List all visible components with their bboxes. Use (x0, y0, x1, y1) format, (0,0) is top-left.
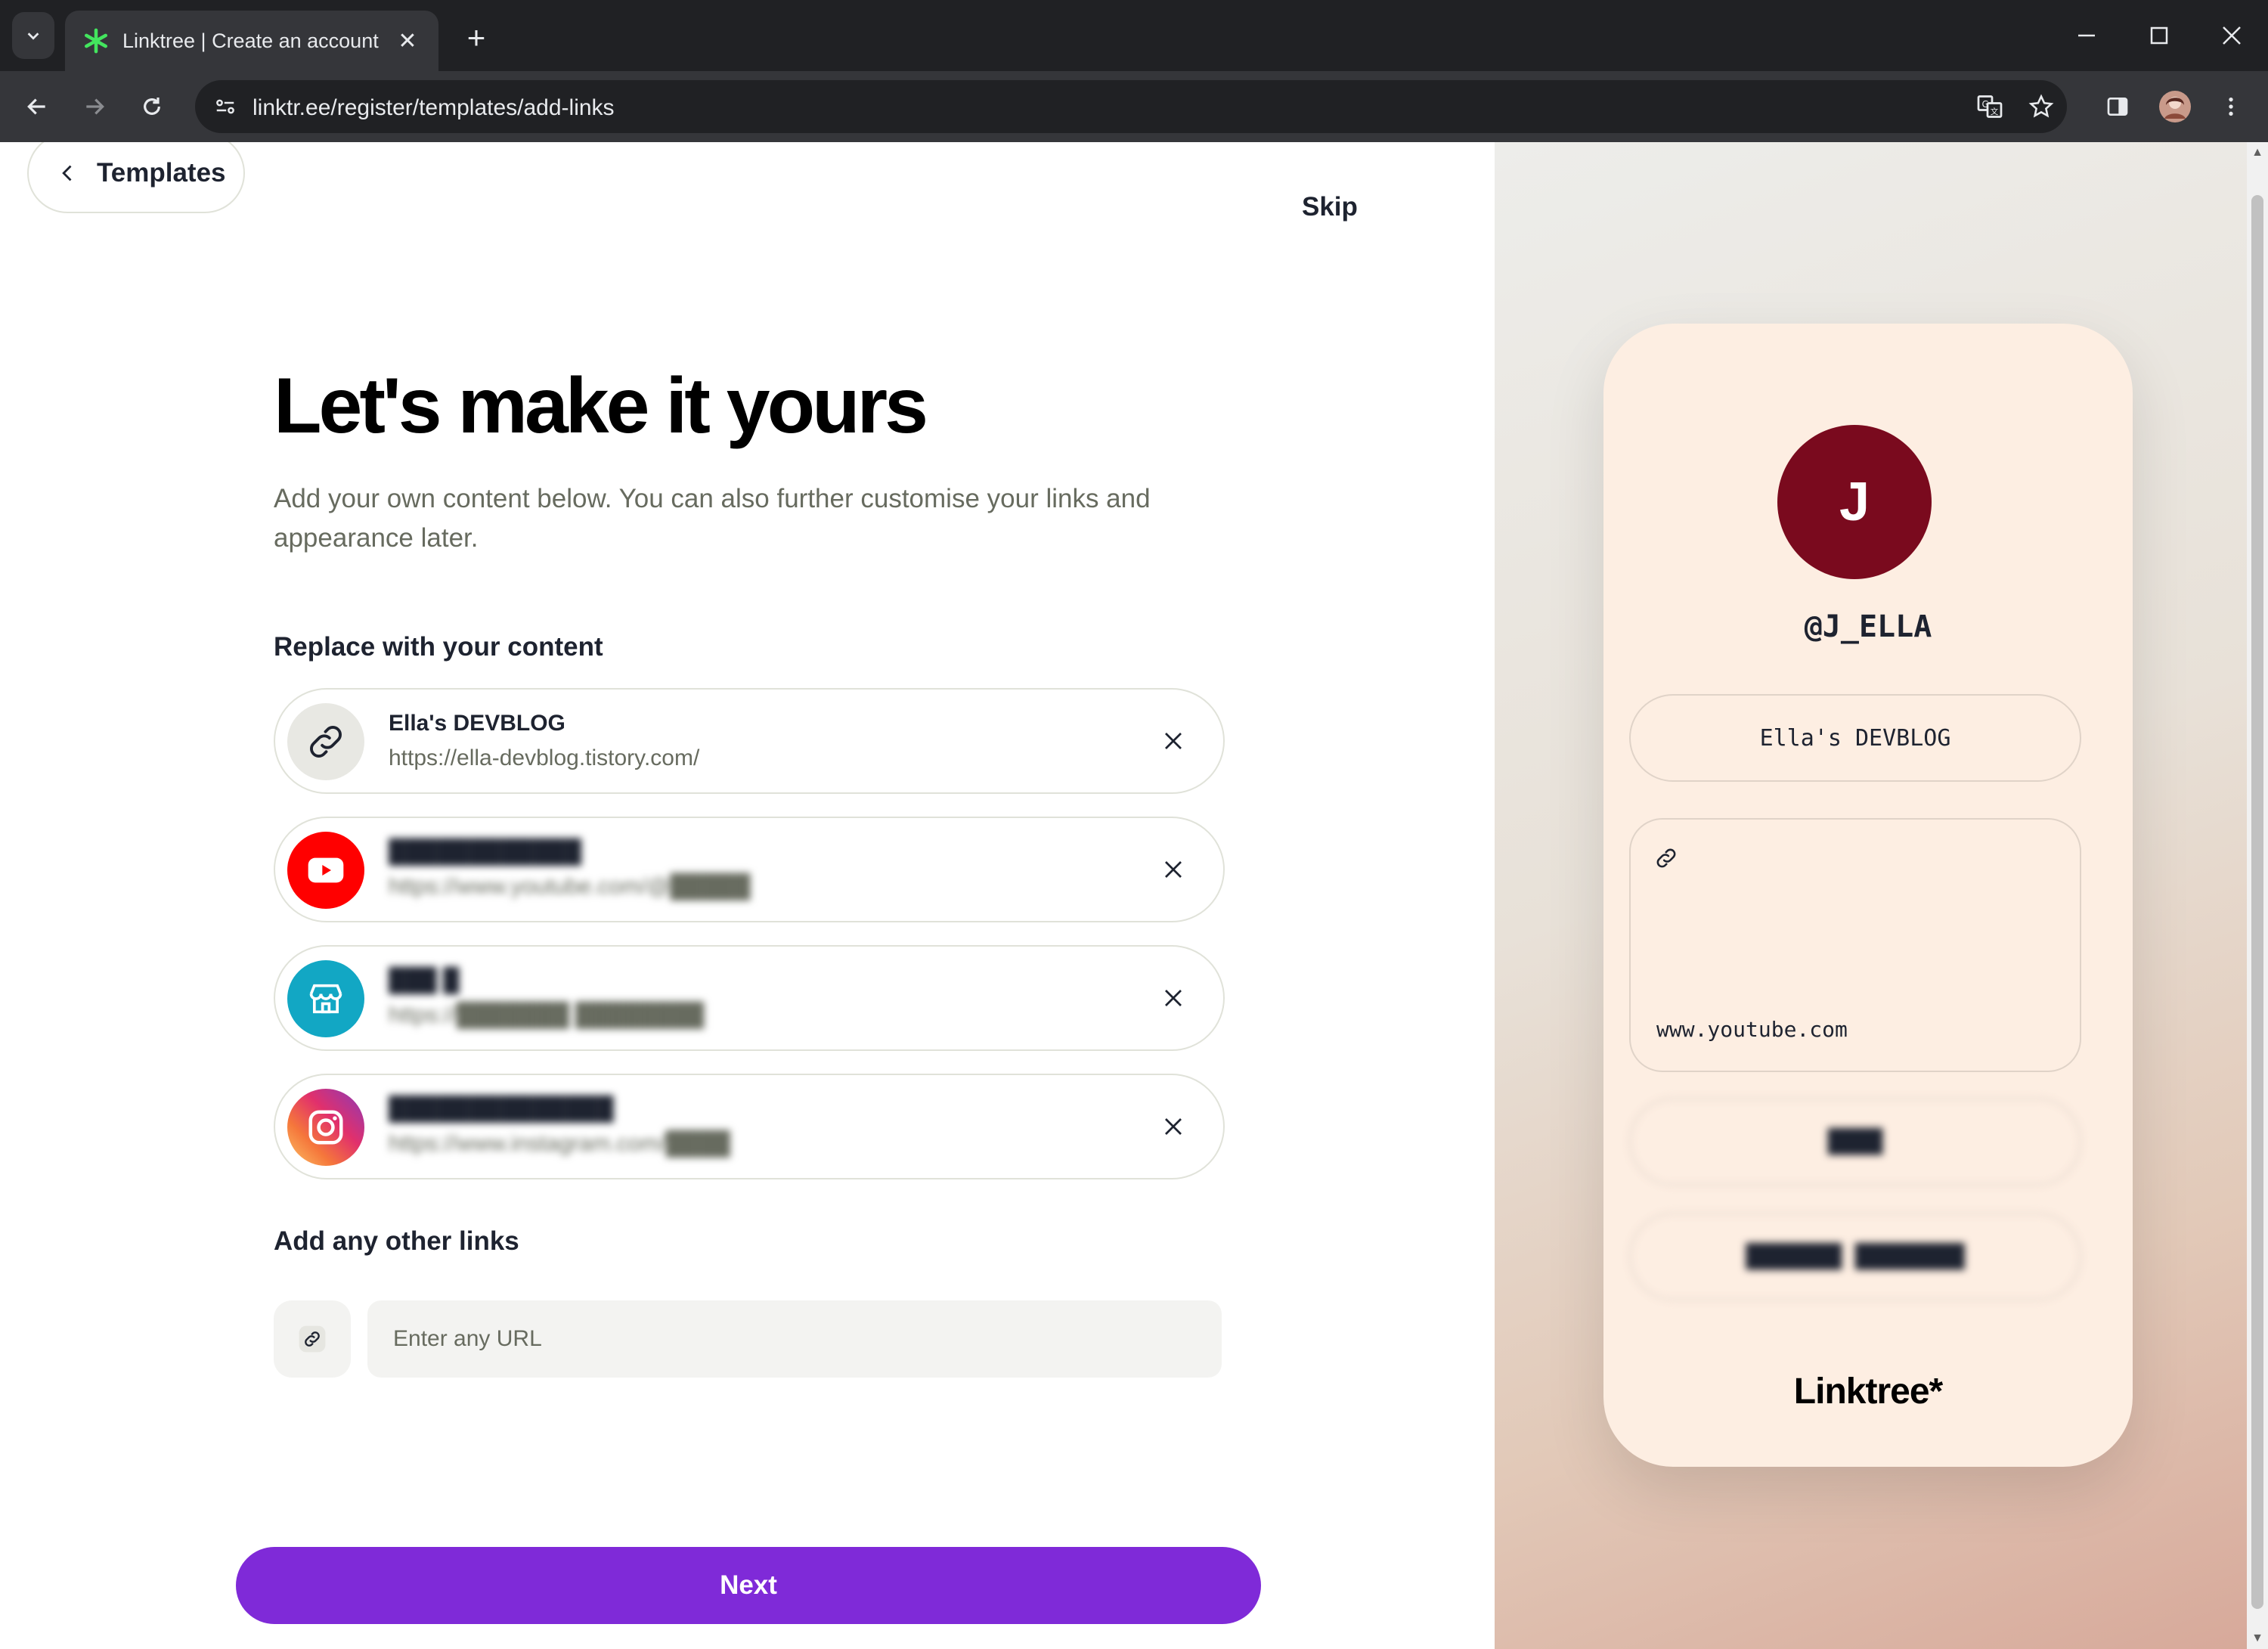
browser-tab-bar: Linktree | Create an account for ✕ + (0, 0, 2268, 71)
maximize-button[interactable] (2123, 8, 2195, 64)
reload-icon (144, 98, 160, 115)
tab-search-button[interactable] (12, 12, 54, 59)
profile-avatar[interactable] (2153, 85, 2197, 129)
new-tab-button[interactable]: + (455, 17, 497, 59)
link-icon (274, 1300, 351, 1378)
preview-panel: J @J_ELLA Ella's DEVBLOG www.youtube.com… (1495, 142, 2247, 1649)
preview-card-url: www.youtube.com (1656, 1017, 1848, 1042)
profile-avatar-icon (2159, 91, 2191, 122)
next-button[interactable]: Next (236, 1547, 1261, 1624)
chevron-left-icon (62, 165, 72, 181)
link-card[interactable]: ██████████████ https://www.instagram.com… (274, 1074, 1225, 1179)
arrow-left-icon (27, 98, 45, 115)
chevron-down-icon (27, 33, 39, 40)
minimize-button[interactable] (2050, 8, 2123, 64)
page-subtitle: Add your own content below. You can also… (274, 484, 1151, 553)
remove-link-button[interactable] (1152, 1105, 1194, 1148)
address-bar[interactable]: linktr.ee/register/templates/add-links G… (195, 80, 2067, 133)
avatar: J (1777, 425, 1932, 579)
arrow-right-icon (86, 98, 104, 115)
page-title: Let's make it yours (274, 362, 928, 450)
remove-link-button[interactable] (1152, 720, 1194, 762)
forward-nav-button[interactable] (73, 85, 116, 129)
url-input[interactable] (367, 1300, 1222, 1378)
close-icon (2223, 26, 2241, 45)
phone-preview: J @J_ELLA Ella's DEVBLOG www.youtube.com… (1603, 324, 2133, 1467)
reload-button[interactable] (130, 85, 174, 129)
templates-back-label: Templates (97, 158, 226, 188)
instagram-icon (287, 1089, 364, 1166)
scroll-up-arrow-icon[interactable]: ▲ (2247, 142, 2268, 163)
page-content: Templates Skip Let's make it yours Add y… (0, 142, 2247, 1649)
link-title: ██████████████ (389, 1096, 614, 1121)
link-icon (1656, 848, 1676, 868)
preview-link-button: Ella's DEVBLOG (1629, 694, 2081, 782)
link-url: https://www.instagram.com/████ (389, 1131, 730, 1156)
link-card[interactable]: ███ █ https://███████ ████████ (274, 945, 1225, 1051)
store-icon (287, 960, 364, 1037)
link-title: ███ █ (389, 968, 460, 993)
linktree-favicon-icon (84, 28, 108, 54)
url-text: linktr.ee/register/templates/add-links (253, 95, 615, 120)
profile-handle: @J_ELLA (1804, 609, 1932, 644)
preview-link-card: www.youtube.com (1629, 818, 2081, 1072)
svg-text:文: 文 (1991, 107, 1999, 116)
side-panel-icon (2107, 98, 2128, 116)
linktree-logo: Linktree* (1793, 1372, 1943, 1412)
link-url: https://ella-devblog.tistory.com/ (389, 745, 700, 770)
maximize-icon (2150, 26, 2168, 45)
close-icon (1165, 990, 1182, 1006)
scroll-thumb[interactable] (2251, 195, 2263, 1609)
browser-menu-button[interactable] (2209, 85, 2253, 129)
link-title: ████████████ (389, 839, 582, 864)
browser-toolbar: linktr.ee/register/templates/add-links G… (0, 71, 2268, 142)
tab-close-icon[interactable]: ✕ (395, 28, 420, 54)
page-scrollbar[interactable]: ▲ ▼ (2247, 142, 2268, 1649)
close-icon (1165, 733, 1182, 749)
link-card[interactable]: Ella's DEVBLOG https://ella-devblog.tist… (274, 688, 1225, 794)
bookmark-star-icon[interactable] (2023, 88, 2059, 125)
back-nav-button[interactable] (15, 85, 59, 129)
replace-content-heading: Replace with your content (274, 632, 603, 662)
editor-panel: Templates Skip Let's make it yours Add y… (0, 142, 1495, 1649)
scroll-down-arrow-icon[interactable]: ▼ (2247, 1628, 2268, 1649)
link-title: Ella's DEVBLOG (389, 711, 565, 736)
skip-link[interactable]: Skip (1302, 192, 1358, 222)
side-panel-button[interactable] (2096, 85, 2139, 129)
close-window-button[interactable] (2195, 8, 2268, 64)
remove-link-button[interactable] (1152, 848, 1194, 891)
templates-back-button[interactable]: Templates (27, 142, 245, 213)
close-icon (1165, 861, 1182, 878)
tab-title: Linktree | Create an account for (122, 29, 381, 52)
link-card[interactable]: ████████████ https://www.youtube.com/@██… (274, 817, 1225, 922)
youtube-icon (287, 832, 364, 909)
link-url: https://www.youtube.com/@█████ (389, 874, 751, 899)
kebab-menu-icon (2229, 98, 2233, 116)
close-icon (1165, 1118, 1182, 1135)
preview-link-button: ███████ ████████ (1629, 1213, 2081, 1300)
browser-tab-active[interactable]: Linktree | Create an account for ✕ (65, 11, 438, 71)
link-icon (287, 703, 364, 780)
minimize-icon (2078, 34, 2095, 37)
site-info-icon[interactable] (207, 88, 243, 125)
other-links-heading: Add any other links (274, 1226, 519, 1256)
remove-link-button[interactable] (1152, 977, 1194, 1019)
link-url: https://███████ ████████ (389, 1003, 705, 1028)
translate-icon[interactable]: G文 (1972, 88, 2008, 125)
preview-link-button: ████ (1629, 1098, 2081, 1186)
